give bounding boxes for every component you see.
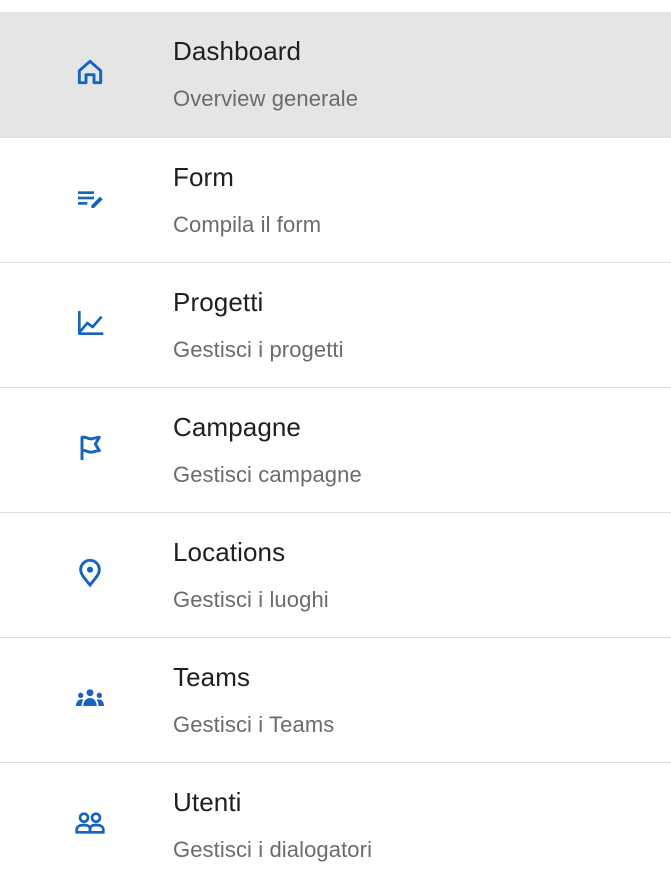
menu-item-title: Locations xyxy=(173,537,286,567)
menu-item-subtitle: Compila il form xyxy=(173,212,322,237)
flag-icon xyxy=(72,430,108,466)
edit-note-icon xyxy=(72,180,108,216)
line-chart-icon xyxy=(72,305,108,341)
menu-item-subtitle: Gestisci i progetti xyxy=(173,337,344,362)
menu-item-title: Dashboard xyxy=(173,36,302,66)
menu-item-title: Form xyxy=(173,162,235,192)
menu-item-campagne[interactable]: Campagne Gestisci campagne xyxy=(0,388,671,513)
menu-item-subtitle: Gestisci campagne xyxy=(173,462,362,487)
menu-item-subtitle: Gestisci i luoghi xyxy=(173,587,329,612)
menu-item-title: Campagne xyxy=(173,412,301,442)
navigation-menu: Dashboard Overview generale Form Compila… xyxy=(0,12,671,888)
people-outline-icon xyxy=(72,805,108,841)
menu-item-utenti[interactable]: Utenti Gestisci i dialogatori xyxy=(0,763,671,888)
menu-item-subtitle: Gestisci i Teams xyxy=(173,712,335,737)
menu-item-title: Teams xyxy=(173,662,251,692)
menu-item-teams[interactable]: Teams Gestisci i Teams xyxy=(0,638,671,763)
menu-item-progetti[interactable]: Progetti Gestisci i progetti xyxy=(0,263,671,388)
menu-item-form[interactable]: Form Compila il form xyxy=(0,138,671,263)
menu-item-locations[interactable]: Locations Gestisci i luoghi xyxy=(0,513,671,638)
groups-icon xyxy=(72,680,108,716)
menu-item-subtitle: Gestisci i dialogatori xyxy=(173,837,373,862)
menu-item-subtitle: Overview generale xyxy=(173,86,359,111)
home-icon xyxy=(72,54,108,90)
menu-item-dashboard[interactable]: Dashboard Overview generale xyxy=(0,12,671,138)
location-pin-icon xyxy=(72,555,108,591)
menu-item-title: Progetti xyxy=(173,287,264,317)
menu-item-title: Utenti xyxy=(173,787,242,817)
